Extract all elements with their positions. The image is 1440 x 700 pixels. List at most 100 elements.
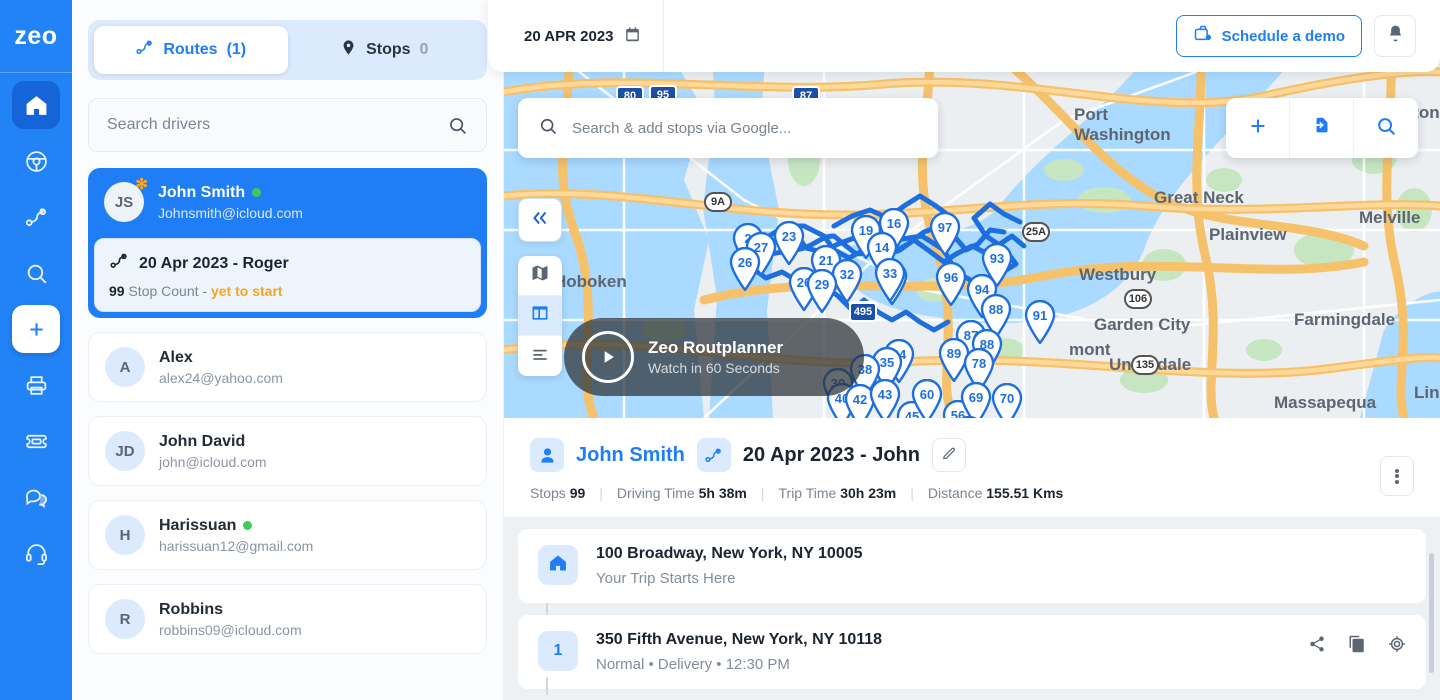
route-detail-header: John Smith 20 Apr 2023 - John bbox=[504, 418, 1440, 517]
chat-icon bbox=[24, 485, 49, 510]
tab-stops[interactable]: Stops 0 bbox=[288, 26, 482, 74]
driver-card[interactable]: R Robbins robbins09@icloud.com bbox=[88, 584, 487, 654]
stat-trip-time-label: Trip Time bbox=[779, 485, 837, 501]
driver-name-row: Robbins bbox=[159, 601, 302, 619]
highway-shield: 9A bbox=[704, 192, 732, 212]
driver-card-header: JS ✻ John Smith Johnsmith@icloud.com bbox=[88, 168, 487, 238]
tab-stops-label: Stops bbox=[366, 41, 410, 59]
briefcase-icon bbox=[1193, 24, 1213, 48]
collapse-panel-button[interactable] bbox=[518, 198, 562, 242]
main-area: 2232726191697142132262912969394889187898… bbox=[504, 0, 1440, 700]
route-status: yet to start bbox=[211, 283, 283, 299]
driver-email: robbins09@icloud.com bbox=[159, 622, 302, 638]
driver-search[interactable] bbox=[88, 98, 487, 152]
rail-item-support[interactable] bbox=[12, 529, 60, 577]
map-tool-group bbox=[1226, 98, 1418, 158]
rail-item-search[interactable] bbox=[12, 249, 60, 297]
highway-shield: 25A bbox=[1022, 222, 1050, 242]
chevrons-left-icon bbox=[529, 207, 551, 234]
search-drivers-input[interactable] bbox=[107, 116, 447, 134]
share-icon[interactable] bbox=[1308, 635, 1326, 653]
driver-email: john@icloud.com bbox=[159, 454, 267, 470]
copy-icon[interactable] bbox=[1348, 635, 1366, 653]
route-summary-card[interactable]: 20 Apr 2023 - Roger 99 Stop Count - yet … bbox=[94, 238, 481, 312]
stat-distance-value: 155.51 Kms bbox=[986, 485, 1063, 501]
driver-list: JS ✻ John Smith Johnsmith@icloud.com bbox=[88, 168, 487, 700]
avatar: R bbox=[105, 599, 145, 639]
driver-email: alex24@yahoo.com bbox=[159, 370, 283, 386]
map-view-button[interactable] bbox=[518, 256, 562, 296]
pencil-icon bbox=[941, 445, 957, 466]
search-icon bbox=[1375, 115, 1397, 142]
locate-icon[interactable] bbox=[1388, 635, 1406, 653]
stop-subtitle: Your Trip Starts Here bbox=[596, 570, 863, 587]
split-view-button[interactable] bbox=[518, 296, 562, 336]
route-options-button[interactable] bbox=[1380, 456, 1414, 496]
svg-text:43: 43 bbox=[878, 387, 892, 402]
promo-video-text: Zeo Routplanner Watch in 60 Seconds bbox=[648, 338, 783, 376]
notifications-button[interactable] bbox=[1374, 15, 1416, 57]
avatar: JS ✻ bbox=[104, 182, 144, 222]
svg-text:23: 23 bbox=[782, 229, 796, 244]
search-icon[interactable] bbox=[447, 115, 468, 136]
route-icon bbox=[697, 438, 731, 472]
list-view-button[interactable] bbox=[518, 336, 562, 376]
stop-subtitle: Normal • Delivery • 12:30 PM bbox=[596, 656, 882, 673]
highway-shield: 135 bbox=[1131, 355, 1159, 375]
svg-text:60: 60 bbox=[920, 387, 934, 402]
svg-text:93: 93 bbox=[990, 251, 1004, 266]
detail-route-title: 20 Apr 2023 - John bbox=[743, 444, 920, 467]
driver-card[interactable]: JD John David john@icloud.com bbox=[88, 416, 487, 486]
rail-item-print[interactable] bbox=[12, 361, 60, 409]
add-stop-button[interactable] bbox=[1226, 98, 1290, 158]
highway-shield: 495 bbox=[849, 302, 877, 322]
app-root: zeo bbox=[0, 0, 1440, 700]
schedule-demo-label: Schedule a demo bbox=[1222, 28, 1345, 45]
top-bar-actions: Schedule a demo bbox=[1176, 15, 1440, 57]
stat-stops: Stops 99 bbox=[530, 485, 585, 501]
panel-tabs: Routes (1) Stops 0 bbox=[88, 20, 487, 80]
rail-item-billing[interactable] bbox=[12, 417, 60, 465]
map-search-input[interactable] bbox=[572, 120, 918, 137]
user-icon bbox=[530, 438, 564, 472]
date-picker[interactable]: 20 APR 2023 bbox=[488, 0, 664, 72]
stop-list: 100 Broadway, New York, NY 10005 Your Tr… bbox=[504, 517, 1440, 695]
avatar-initials: JS bbox=[115, 194, 133, 211]
home-icon bbox=[24, 93, 49, 118]
zeo-logo[interactable]: zeo bbox=[0, 0, 72, 72]
driver-card[interactable]: A Alex alex24@yahoo.com bbox=[88, 332, 487, 402]
play-icon[interactable] bbox=[582, 331, 634, 383]
route-detail-section: John Smith 20 Apr 2023 - John bbox=[504, 418, 1440, 700]
route-icon bbox=[109, 251, 129, 276]
tab-routes-count: (1) bbox=[227, 41, 247, 59]
pin-icon bbox=[340, 39, 357, 61]
route-stats: Stops 99 | Driving Time 5h 38m | Trip Ti… bbox=[530, 485, 1414, 501]
svg-text:16: 16 bbox=[887, 216, 901, 231]
stop-text: 350 Fifth Avenue, New York, NY 10118 Nor… bbox=[596, 631, 882, 673]
import-stops-button[interactable] bbox=[1290, 98, 1354, 158]
schedule-demo-button[interactable]: Schedule a demo bbox=[1176, 15, 1362, 57]
svg-text:96: 96 bbox=[944, 270, 958, 285]
rail-item-drivers[interactable] bbox=[12, 137, 60, 185]
promo-video-overlay[interactable]: Zeo Routplanner Watch in 60 Seconds bbox=[564, 318, 864, 396]
rail-item-home[interactable] bbox=[12, 81, 60, 129]
rail-item-chat[interactable] bbox=[12, 473, 60, 521]
rail-item-add[interactable] bbox=[12, 305, 60, 353]
route-detail-title-row: John Smith 20 Apr 2023 - John bbox=[530, 438, 1414, 472]
tab-routes[interactable]: Routes (1) bbox=[94, 26, 288, 74]
calendar-icon bbox=[624, 26, 641, 47]
driver-name: John David bbox=[159, 433, 245, 451]
detail-driver-name[interactable]: John Smith bbox=[576, 444, 685, 467]
stop-row-start[interactable]: 100 Broadway, New York, NY 10005 Your Tr… bbox=[518, 529, 1426, 603]
edit-route-button[interactable] bbox=[932, 438, 966, 472]
stop-row[interactable]: 1 350 Fifth Avenue, New York, NY 10118 N… bbox=[518, 615, 1426, 689]
ticket-icon bbox=[24, 429, 49, 454]
driver-name: Robbins bbox=[159, 601, 223, 619]
rail-item-routes[interactable] bbox=[12, 193, 60, 241]
map-search-button[interactable] bbox=[1354, 98, 1418, 158]
svg-text:88: 88 bbox=[989, 302, 1003, 317]
stop-list-scrollbar[interactable] bbox=[1429, 553, 1434, 673]
driver-card[interactable]: H Harissuan harissuan12@gmail.com bbox=[88, 500, 487, 570]
driver-card-selected[interactable]: JS ✻ John Smith Johnsmith@icloud.com bbox=[88, 168, 487, 318]
map-search-bar[interactable] bbox=[518, 98, 938, 158]
